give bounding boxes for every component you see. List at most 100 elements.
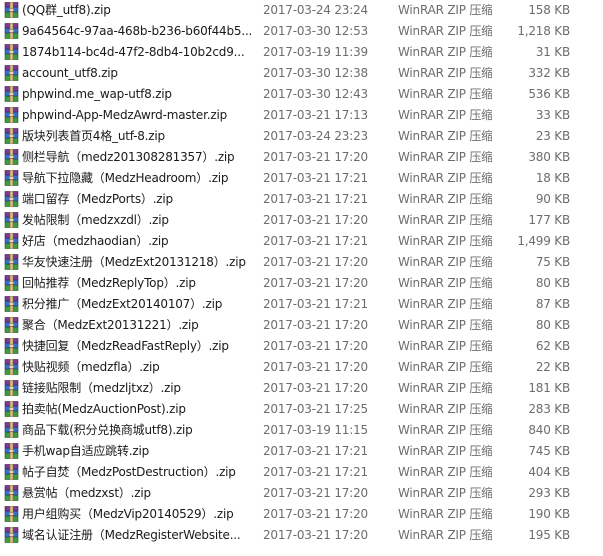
file-name: 9a64564c-97aa-468b-b236-b60f44b5... [22,24,253,38]
file-row[interactable]: phpwind-App-MedzAwrd-master.zip 2017-03-… [0,105,603,126]
file-size: 62 KB [535,339,570,353]
file-type: WinRAR ZIP 压缩... [398,87,492,101]
file-row[interactable]: 积分推广（MedzExt20140107）.zip 2017-03-21 17:… [0,294,603,315]
winrar-archive-icon [4,85,19,103]
file-name: 回帖推荐（MedzReplyTop）.zip [22,276,196,290]
winrar-archive-icon [4,274,19,292]
file-type: WinRAR ZIP 压缩... [398,465,492,479]
file-type: WinRAR ZIP 压缩... [398,318,492,332]
file-row[interactable]: 好店（medzhaodian）.zip 2017-03-21 17:21 Win… [0,231,603,252]
file-size: 332 KB [528,66,570,80]
file-name: phpwind.me_wap-utf8.zip [22,87,172,101]
file-type: WinRAR ZIP 压缩... [398,507,492,521]
file-modified-date: 2017-03-21 17:25 [263,402,368,416]
file-type: WinRAR ZIP 压缩... [398,171,492,185]
file-size: 840 KB [528,423,570,437]
file-name: 好店（medzhaodian）.zip [22,234,169,248]
file-name: 端口留存（MedzPorts）.zip [22,192,173,206]
file-row[interactable]: 聚合（MedzExt20131221）.zip 2017-03-21 17:20… [0,315,603,336]
winrar-archive-icon [4,295,19,313]
file-name: 华友快速注册（MedzExt20131218）.zip [22,255,246,269]
file-size: 80 KB [535,318,570,332]
file-size: 1,218 KB [517,24,570,38]
file-list: (QQ群_utf8).zip 2017-03-24 23:24 WinRAR Z… [0,0,603,556]
file-type: WinRAR ZIP 压缩... [398,129,492,143]
file-row[interactable]: 商品下载(积分兑换商城utf8).zip 2017-03-19 11:15 Wi… [0,420,603,441]
file-size: 536 KB [528,87,570,101]
file-row[interactable]: 9a64564c-97aa-468b-b236-b60f44b5... 2017… [0,21,603,42]
file-type: WinRAR ZIP 压缩... [398,297,492,311]
winrar-archive-icon [4,421,19,439]
winrar-archive-icon [4,232,19,250]
file-row[interactable]: 端口留存（MedzPorts）.zip 2017-03-21 17:21 Win… [0,189,603,210]
file-row[interactable]: 回帖推荐（MedzReplyTop）.zip 2017-03-21 17:20 … [0,273,603,294]
file-row[interactable]: 链接贴限制（medzljtxz）.zip 2017-03-21 17:20 Wi… [0,378,603,399]
file-size: 22 KB [535,360,570,374]
file-size: 90 KB [535,192,570,206]
file-row[interactable]: 1874b114-bc4d-47f2-8db4-10b2cd9... 2017-… [0,42,603,63]
file-name: 用户组购买（MedzVip20140529）.zip [22,507,234,521]
file-row[interactable]: 拍卖帖(MedzAuctionPost).zip 2017-03-21 17:2… [0,399,603,420]
winrar-archive-icon [4,22,19,40]
winrar-archive-icon [4,127,19,145]
winrar-archive-icon [4,211,19,229]
file-size: 745 KB [528,444,570,458]
file-modified-date: 2017-03-21 17:21 [263,297,368,311]
file-modified-date: 2017-03-21 17:21 [263,192,368,206]
winrar-archive-icon [4,337,19,355]
file-row[interactable]: 版块列表首页4格_utf-8.zip 2017-03-24 23:23 WinR… [0,126,603,147]
file-row[interactable]: phpwind.me_wap-utf8.zip 2017-03-30 12:43… [0,84,603,105]
file-size: 177 KB [528,213,570,227]
file-name: 快捷回复（MedzReadFastReply）.zip [22,339,229,353]
file-modified-date: 2017-03-21 17:20 [263,255,368,269]
file-name: (QQ群_utf8).zip [22,3,111,17]
file-row[interactable]: account_utf8.zip 2017-03-30 12:38 WinRAR… [0,63,603,84]
file-name: 域名认证注册（MedzRegisterWebsite... [22,528,241,542]
file-type: WinRAR ZIP 压缩... [398,360,492,374]
file-type: WinRAR ZIP 压缩... [398,66,492,80]
file-type: WinRAR ZIP 压缩... [398,234,492,248]
file-name: 侧栏导航（medz201308281357）.zip [22,150,235,164]
file-type: WinRAR ZIP 压缩... [398,45,492,59]
file-type: WinRAR ZIP 压缩... [398,276,492,290]
file-size: 283 KB [528,402,570,416]
file-size: 23 KB [535,129,570,143]
file-type: WinRAR ZIP 压缩... [398,486,492,500]
winrar-archive-icon [4,463,19,481]
file-size: 190 KB [528,507,570,521]
file-modified-date: 2017-03-21 17:20 [263,150,368,164]
file-row[interactable]: 域名认证注册（MedzRegisterWebsite... 2017-03-21… [0,525,603,546]
file-row[interactable]: (QQ群_utf8).zip 2017-03-24 23:24 WinRAR Z… [0,0,603,21]
file-modified-date: 2017-03-21 17:20 [263,213,368,227]
file-type: WinRAR ZIP 压缩... [398,192,492,206]
file-modified-date: 2017-03-24 23:23 [263,129,368,143]
file-row[interactable]: 悬赏帖（medzxst）.zip 2017-03-21 17:20 WinRAR… [0,483,603,504]
file-size: 195 KB [528,528,570,542]
file-size: 380 KB [528,150,570,164]
file-name: phpwind-App-MedzAwrd-master.zip [22,108,227,122]
file-row[interactable]: 快捷回复（MedzReadFastReply）.zip 2017-03-21 1… [0,336,603,357]
winrar-archive-icon [4,379,19,397]
file-row[interactable]: 手机wap自适应跳转.zip 2017-03-21 17:21 WinRAR Z… [0,441,603,462]
file-modified-date: 2017-03-21 17:21 [263,171,368,185]
winrar-archive-icon [4,64,19,82]
file-modified-date: 2017-03-21 17:20 [263,318,368,332]
file-type: WinRAR ZIP 压缩... [398,339,492,353]
file-row[interactable]: 华友快速注册（MedzExt20131218）.zip 2017-03-21 1… [0,252,603,273]
file-size: 1,499 KB [517,234,570,248]
file-row[interactable]: 帖子自焚（MedzPostDestruction）.zip 2017-03-21… [0,462,603,483]
file-name: 聚合（MedzExt20131221）.zip [22,318,199,332]
file-size: 80 KB [535,276,570,290]
file-size: 181 KB [528,381,570,395]
file-size: 31 KB [535,45,570,59]
file-row[interactable]: 导航下拉隐藏（MedzHeadroom）.zip 2017-03-21 17:2… [0,168,603,189]
winrar-archive-icon [4,316,19,334]
file-row[interactable]: 快贴视频（medzfla）.zip 2017-03-21 17:20 WinRA… [0,357,603,378]
file-row[interactable]: 发帖限制（medzxzdl）.zip 2017-03-21 17:20 WinR… [0,210,603,231]
file-row[interactable]: 侧栏导航（medz201308281357）.zip 2017-03-21 17… [0,147,603,168]
file-name: 快贴视频（medzfla）.zip [22,360,160,374]
file-row[interactable]: 用户组购买（MedzVip20140529）.zip 2017-03-21 17… [0,504,603,525]
file-size: 293 KB [528,486,570,500]
winrar-archive-icon [4,106,19,124]
file-modified-date: 2017-03-21 17:20 [263,360,368,374]
